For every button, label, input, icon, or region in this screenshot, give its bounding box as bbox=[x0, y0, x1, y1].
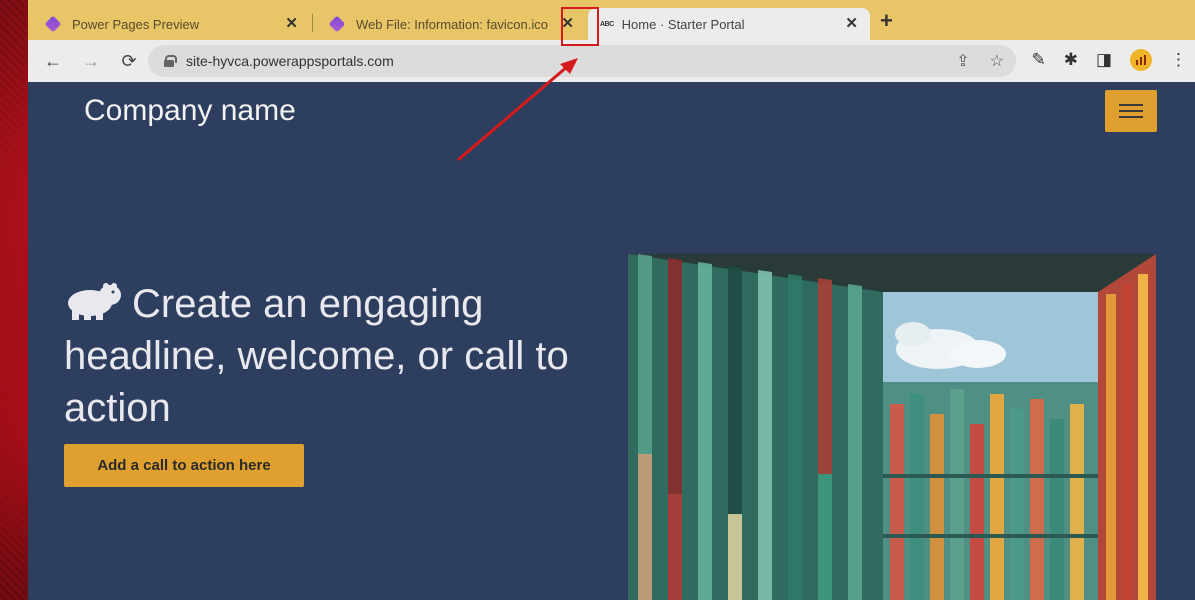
tab-web-file-information[interactable]: Web File: Information: favicon.ico ✕ bbox=[312, 8, 586, 40]
back-icon[interactable]: ← bbox=[40, 51, 66, 72]
extensions-puzzle-icon[interactable]: ✱ bbox=[1064, 50, 1078, 70]
close-icon[interactable]: ✕ bbox=[845, 14, 858, 32]
call-to-action-button[interactable]: Add a call to action here bbox=[64, 444, 304, 487]
profile-chart-icon bbox=[1136, 55, 1146, 65]
close-icon[interactable]: ✕ bbox=[285, 14, 298, 32]
browser-window: Power Pages Preview ✕ Web File: Informat… bbox=[28, 0, 1195, 600]
hero-headline: Create an engaging headline, welcome, or… bbox=[64, 278, 584, 434]
hamburger-menu-button[interactable] bbox=[1105, 90, 1157, 132]
building-photo bbox=[628, 254, 1156, 600]
tab-title: Home · Starter Portal bbox=[621, 16, 745, 32]
reload-icon[interactable]: ⟳ bbox=[116, 51, 142, 72]
portal-page: Company name Create an engaging headline… bbox=[28, 82, 1195, 600]
forward-icon[interactable]: → bbox=[78, 51, 104, 72]
favicon-highlight-box bbox=[561, 7, 599, 46]
more-menu-icon[interactable]: ⋮ bbox=[1170, 50, 1187, 70]
favicon-abc-icon: ABC bbox=[600, 20, 614, 28]
power-pages-icon bbox=[328, 15, 346, 33]
lock-icon[interactable] bbox=[164, 55, 177, 67]
url-text[interactable]: site-hyvca.powerappsportals.com bbox=[186, 53, 394, 69]
side-panel-icon[interactable]: ◨ bbox=[1096, 50, 1112, 70]
headline-text: Create an engaging headline, welcome, or… bbox=[64, 282, 569, 430]
tab-title: Power Pages Preview bbox=[72, 16, 200, 32]
profile-avatar[interactable] bbox=[1130, 49, 1152, 71]
share-icon[interactable]: ⇪ bbox=[956, 51, 969, 71]
bookmark-star-icon[interactable]: ☆ bbox=[990, 51, 1004, 71]
new-tab-button[interactable]: + bbox=[880, 8, 893, 34]
hippo-icon bbox=[68, 283, 121, 320]
hero-image-colorful-building bbox=[628, 254, 1156, 600]
menu-line bbox=[1119, 104, 1143, 106]
address-bar[interactable]: site-hyvca.powerappsportals.com ⇪ ☆ bbox=[148, 45, 1016, 77]
browser-toolbar: ← → ⟳ site-hyvca.powerappsportals.com ⇪ … bbox=[28, 40, 1195, 82]
menu-line bbox=[1119, 110, 1143, 112]
tab-home-starter-portal[interactable]: ABC Home · Starter Portal ✕ bbox=[588, 8, 870, 40]
menu-line bbox=[1119, 116, 1143, 118]
company-name[interactable]: Company name bbox=[84, 94, 296, 128]
tab-strip: Power Pages Preview ✕ Web File: Informat… bbox=[28, 0, 1195, 40]
tab-power-pages-preview[interactable]: Power Pages Preview ✕ bbox=[28, 8, 310, 40]
eyedropper-icon[interactable]: ✎ bbox=[1031, 50, 1045, 70]
power-pages-icon bbox=[44, 15, 62, 33]
tab-title: Web File: Information: favicon.ico bbox=[356, 16, 548, 32]
